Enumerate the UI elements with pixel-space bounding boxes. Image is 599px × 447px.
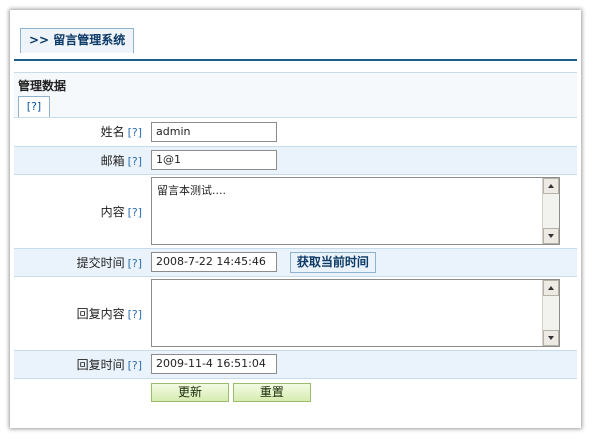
content-label: 内容 <box>100 204 125 219</box>
submit-time-help-link[interactable]: [?] <box>128 257 142 270</box>
reply-content-help-link[interactable]: [?] <box>128 308 142 321</box>
row-submit-time: 提交时间 [?] 2008-7-22 14:45:46 获取当前时间 <box>14 248 577 277</box>
email-label: 邮箱 <box>100 153 125 168</box>
row-name: 姓名 [?] admin <box>14 118 577 147</box>
header-bar: >> 留言管理系统 <box>14 17 577 61</box>
row-actions: 更新 重置 <box>14 378 577 406</box>
reply-content-textarea[interactable] <box>151 279 560 347</box>
name-input[interactable]: admin <box>151 121 277 142</box>
scroll-down-icon[interactable] <box>543 228 559 244</box>
row-reply-time: 回复时间 [?] 2009-11-4 16:51:04 <box>14 350 577 379</box>
reply-content-label: 回复内容 <box>76 306 125 321</box>
reply-time-input[interactable]: 2009-11-4 16:51:04 <box>151 354 277 374</box>
name-label: 姓名 <box>100 125 125 140</box>
row-reply-content: 回复内容 [?] <box>14 276 577 351</box>
update-button[interactable]: 更新 <box>151 382 229 402</box>
email-help-link[interactable]: [?] <box>128 155 142 168</box>
section-header: 管理数据 [?] <box>14 73 577 118</box>
reply-scrollbar[interactable] <box>542 280 559 346</box>
row-content: 内容 [?] 留言本测试.... <box>14 174 577 249</box>
submit-time-input[interactable]: 2008-7-22 14:45:46 <box>151 252 277 272</box>
name-help-link[interactable]: [?] <box>128 126 142 139</box>
section-title: 管理数据 <box>18 79 67 93</box>
manage-section: 管理数据 [?] 姓名 [?] admin 邮箱 [?] 1@1 内容 [?] 留言本… <box>14 72 577 406</box>
get-current-time-button[interactable]: 获取当前时间 <box>289 251 376 273</box>
section-help-link[interactable]: [?] <box>18 96 50 117</box>
window-frame: >> 留言管理系统 管理数据 [?] 姓名 [?] admin 邮箱 [?] 1@1… <box>10 10 585 431</box>
reset-button[interactable]: 重置 <box>232 382 311 402</box>
row-email: 邮箱 [?] 1@1 <box>14 146 577 175</box>
scroll-up-icon[interactable] <box>543 280 559 296</box>
content-scrollbar[interactable] <box>542 178 559 244</box>
content-help-link[interactable]: [?] <box>128 206 142 219</box>
message-form: 姓名[?] admin 邮箱[?] 1@1 内容[?] 留言本测试.... <box>14 118 577 406</box>
page-title: >> 留言管理系统 <box>20 28 135 53</box>
scroll-up-icon[interactable] <box>543 178 559 194</box>
content-text: 留言本测试.... <box>157 184 226 197</box>
reply-time-label: 回复时间 <box>76 357 125 372</box>
submit-time-label: 提交时间 <box>76 255 125 270</box>
email-input[interactable]: 1@1 <box>151 150 277 170</box>
reply-time-help-link[interactable]: [?] <box>128 359 142 372</box>
scroll-down-icon[interactable] <box>543 330 559 346</box>
content-textarea[interactable]: 留言本测试.... <box>151 177 560 245</box>
